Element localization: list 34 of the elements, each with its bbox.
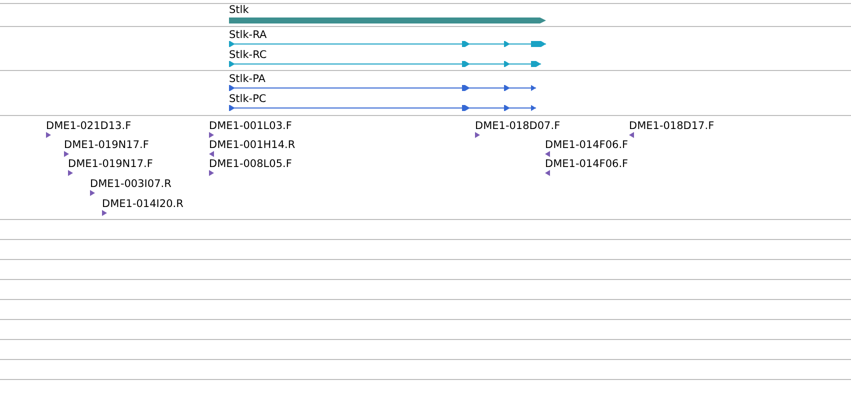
est-label: DME1-008L05.F	[209, 158, 292, 170]
right-triangle-icon[interactable]	[209, 132, 214, 138]
est-label: DME1-014F06.F	[545, 158, 628, 170]
est-label: DME1-019N17.F	[64, 139, 149, 151]
left-triangle-icon[interactable]	[629, 132, 634, 138]
est-label: DME1-021D13.F	[46, 120, 132, 132]
est-label: DME1-014F06.F	[545, 139, 628, 151]
est-label: DME1-019N17.F	[68, 158, 153, 170]
est-label: DME1-014I20.R	[102, 198, 184, 210]
transcript-label: Stlk-RA	[229, 29, 267, 41]
gene-bar[interactable]	[229, 17, 547, 24]
left-triangle-icon[interactable]	[209, 151, 214, 157]
est-label: DME1-001H14.R	[209, 139, 296, 151]
est-label: DME1-003I07.R	[90, 178, 172, 190]
transcript-label: Stlk-RC	[229, 49, 267, 61]
protein-model-drawing[interactable]	[229, 104, 537, 112]
right-triangle-icon[interactable]	[64, 151, 69, 157]
est-label: DME1-018D17.F	[629, 120, 714, 132]
right-triangle-icon[interactable]	[209, 170, 214, 176]
right-triangle-icon[interactable]	[475, 132, 480, 138]
transcript-model-drawing[interactable]	[229, 60, 542, 68]
left-triangle-icon[interactable]	[545, 151, 550, 157]
est-label: DME1-018D07.F	[475, 120, 560, 132]
right-triangle-icon[interactable]	[46, 132, 51, 138]
protein-label: Stlk-PA	[229, 73, 266, 85]
gene-label: Stlk	[229, 4, 249, 16]
right-triangle-icon[interactable]	[68, 170, 73, 176]
right-triangle-icon[interactable]	[90, 190, 95, 196]
transcript-model-drawing[interactable]	[229, 40, 547, 48]
protein-label: Stlk-PC	[229, 93, 266, 105]
est-label: DME1-001L03.F	[209, 120, 292, 132]
left-triangle-icon[interactable]	[545, 170, 550, 176]
protein-model-drawing[interactable]	[229, 84, 537, 92]
right-triangle-icon[interactable]	[102, 210, 107, 216]
